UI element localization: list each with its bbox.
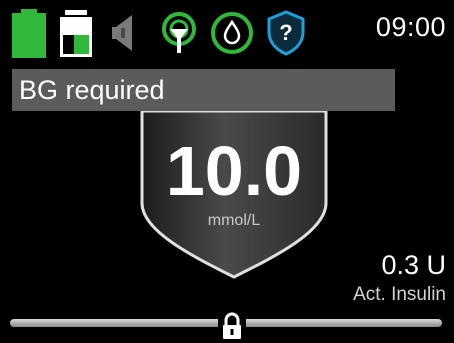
reservoir-icon bbox=[60, 10, 92, 57]
padlock-icon[interactable] bbox=[218, 311, 246, 343]
status-bar: ? 09:00 bbox=[0, 0, 454, 60]
active-insulin-value: 0.3 U bbox=[381, 250, 446, 280]
svg-text:?: ? bbox=[279, 20, 292, 45]
drop-icon[interactable] bbox=[210, 11, 254, 55]
help-shield-icon[interactable]: ? bbox=[266, 10, 306, 56]
battery-icon bbox=[12, 9, 46, 58]
active-insulin-label: Act. Insulin bbox=[353, 284, 446, 305]
alert-banner[interactable]: BG required bbox=[12, 69, 395, 111]
glucose-unit: mmol/L bbox=[207, 212, 261, 229]
speaker-icon[interactable] bbox=[110, 13, 136, 53]
clock-time: 09:00 bbox=[375, 12, 446, 42]
alert-text: BG required bbox=[19, 75, 165, 105]
sensor-signal-icon[interactable] bbox=[158, 11, 200, 55]
glucose-value: 10.0 bbox=[165, 132, 303, 210]
